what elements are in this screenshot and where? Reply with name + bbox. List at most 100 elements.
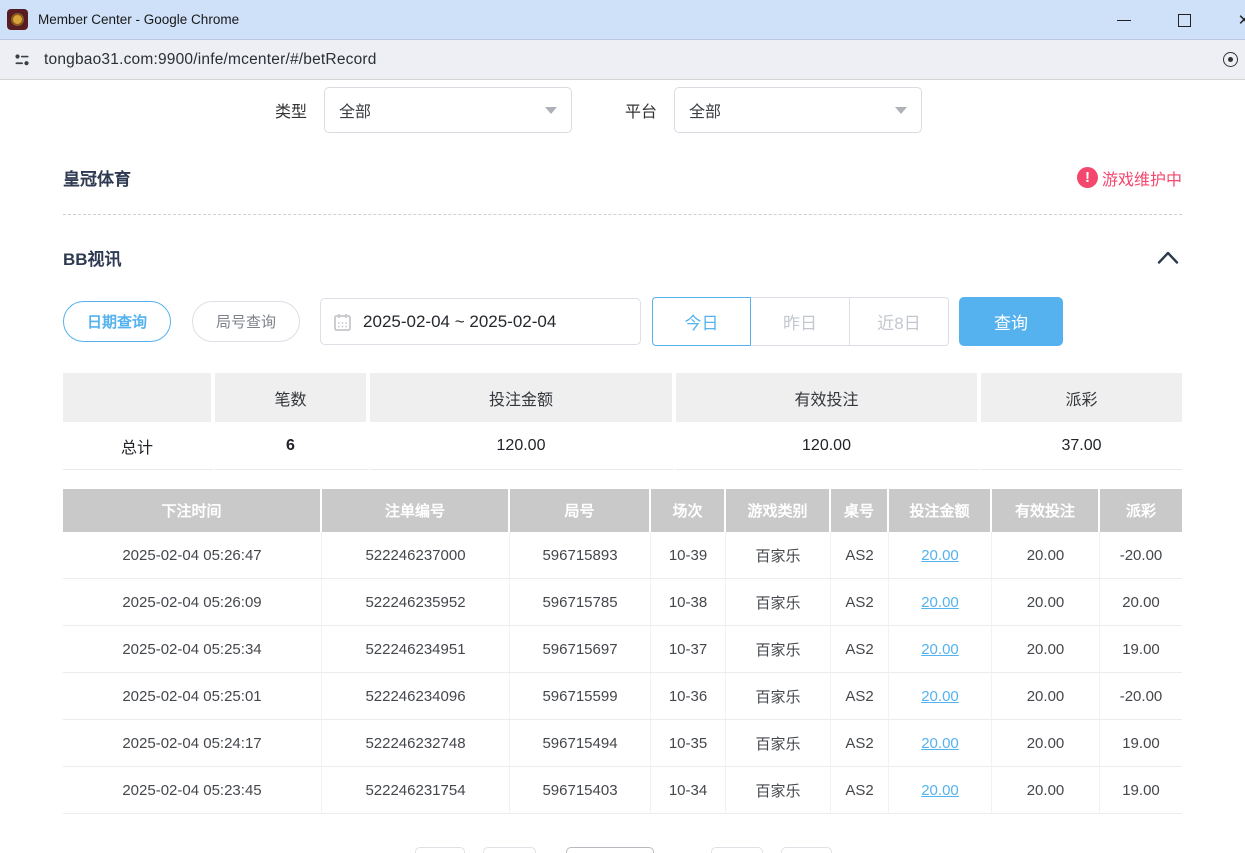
header-bet-amount: 投注金额 (889, 489, 992, 532)
bet-row: 2025-02-04 05:25:01 522246234096 5967155… (63, 673, 1182, 720)
cell-table-no: AS2 (831, 720, 889, 767)
date-range-picker[interactable]: 2025-02-04 ~ 2025-02-04 (320, 298, 641, 345)
cell-table-no: AS2 (831, 579, 889, 626)
cell-game-type: 百家乐 (726, 767, 831, 814)
address-bar: tongbao31.com:9900/infe/mcenter/#/betRec… (0, 40, 1245, 80)
type-select[interactable]: 全部 (324, 87, 572, 133)
chevron-up-icon (1156, 250, 1180, 265)
minimize-button[interactable] (1102, 0, 1146, 40)
cell-bet-time: 2025-02-04 05:26:47 (63, 532, 322, 579)
header-game-type: 游戏类别 (726, 489, 831, 532)
cell-order-no: 522246234951 (322, 626, 510, 673)
summary-total-label: 总计 (63, 422, 215, 470)
bet-amount-link[interactable]: 20.00 (921, 735, 959, 752)
summary-header-payout: 派彩 (981, 373, 1182, 422)
crown-sports-title: 皇冠体育 (63, 165, 131, 190)
summary-header-blank (63, 373, 215, 422)
bet-amount-link[interactable]: 20.00 (921, 594, 959, 611)
summary-header-bet-amount: 投注金额 (370, 373, 676, 422)
cell-order-no: 522246231754 (322, 767, 510, 814)
pagination-page-button[interactable] (483, 847, 536, 853)
site-favicon-icon (7, 9, 28, 30)
cell-valid-bet: 20.00 (992, 767, 1100, 814)
header-table-no: 桌号 (831, 489, 889, 532)
cell-bet-time: 2025-02-04 05:24:17 (63, 720, 322, 767)
cell-order-no: 522246234096 (322, 673, 510, 720)
chevron-down-icon (545, 107, 557, 114)
cell-bet-time: 2025-02-04 05:25:34 (63, 626, 322, 673)
target-dot-icon (1228, 57, 1233, 62)
url-field[interactable]: tongbao31.com:9900/infe/mcenter/#/betRec… (44, 51, 377, 69)
cell-order-no: 522246232748 (322, 720, 510, 767)
cell-game-type: 百家乐 (726, 720, 831, 767)
last-8-days-button[interactable]: 近8日 (850, 297, 949, 346)
date-query-tab[interactable]: 日期查询 (63, 301, 171, 342)
pagination-size-select[interactable] (566, 847, 654, 853)
bet-row: 2025-02-04 05:26:47 522246237000 5967158… (63, 532, 1182, 579)
cell-bet-time: 2025-02-04 05:26:09 (63, 579, 322, 626)
cell-valid-bet: 20.00 (992, 673, 1100, 720)
target-icon[interactable] (1223, 52, 1238, 67)
pagination (63, 847, 1182, 853)
filter-row: 类型 全部 平台 全部 (275, 87, 1182, 133)
cell-order-no: 522246237000 (322, 532, 510, 579)
cell-table-no: AS2 (831, 767, 889, 814)
today-button[interactable]: 今日 (652, 297, 751, 346)
cell-payout: 19.00 (1100, 767, 1182, 814)
pagination-prev-button[interactable] (415, 847, 465, 853)
window-title: Member Center - Google Chrome (38, 12, 239, 27)
exclamation-icon: ! (1077, 167, 1098, 188)
page-content: 类型 全部 平台 全部 皇冠体育 ! 游戏维护中 BB视讯 (0, 80, 1245, 853)
pagination-next-button[interactable] (711, 847, 763, 853)
cell-session: 10-34 (651, 767, 726, 814)
cell-payout: 19.00 (1100, 720, 1182, 767)
summary-bet-amount-value: 120.00 (370, 422, 676, 470)
maximize-button[interactable] (1162, 0, 1206, 40)
site-settings-icon[interactable] (12, 50, 32, 70)
collapse-section-button[interactable] (1154, 248, 1182, 267)
cell-game-type: 百家乐 (726, 673, 831, 720)
pagination-jump-button[interactable] (781, 847, 832, 853)
bet-table-header-row: 下注时间 注单编号 局号 场次 游戏类别 桌号 投注金额 有效投注 派彩 (63, 489, 1182, 532)
cell-game-type: 百家乐 (726, 532, 831, 579)
maintenance-label: 游戏维护中 (1102, 166, 1182, 190)
summary-header-row: 笔数 投注金额 有效投注 派彩 (63, 373, 1182, 422)
cell-game-type: 百家乐 (726, 626, 831, 673)
cell-session: 10-36 (651, 673, 726, 720)
cell-round-no: 596715599 (510, 673, 651, 720)
bet-row: 2025-02-04 05:24:17 522246232748 5967154… (63, 720, 1182, 767)
bet-amount-link[interactable]: 20.00 (921, 688, 959, 705)
summary-valid-bet-value: 120.00 (676, 422, 981, 470)
bet-amount-link[interactable]: 20.00 (921, 641, 959, 658)
cell-table-no: AS2 (831, 626, 889, 673)
bet-amount-link[interactable]: 20.00 (921, 547, 959, 564)
close-button[interactable]: ✕ (1222, 0, 1245, 40)
date-range-value: 2025-02-04 ~ 2025-02-04 (363, 312, 556, 332)
bet-records-table: 下注时间 注单编号 局号 场次 游戏类别 桌号 投注金额 有效投注 派彩 202… (63, 489, 1182, 814)
crown-sports-section-header: 皇冠体育 ! 游戏维护中 (63, 165, 1182, 190)
dashed-divider (63, 214, 1182, 215)
bet-row: 2025-02-04 05:23:45 522246231754 5967154… (63, 767, 1182, 814)
casino-chip-icon (11, 13, 24, 26)
cell-order-no: 522246235952 (322, 579, 510, 626)
bb-video-title: BB视讯 (63, 245, 122, 270)
summary-header-count: 笔数 (215, 373, 370, 422)
maintenance-badge: ! 游戏维护中 (1077, 166, 1182, 190)
yesterday-button[interactable]: 昨日 (751, 297, 850, 346)
platform-select[interactable]: 全部 (674, 87, 922, 133)
cell-bet-time: 2025-02-04 05:25:01 (63, 673, 322, 720)
cell-round-no: 596715494 (510, 720, 651, 767)
cell-round-no: 596715697 (510, 626, 651, 673)
cell-round-no: 596715403 (510, 767, 651, 814)
maximize-icon (1178, 14, 1191, 27)
search-button[interactable]: 查询 (959, 297, 1063, 346)
platform-label: 平台 (625, 98, 657, 122)
cell-payout: -20.00 (1100, 532, 1182, 579)
bet-amount-link[interactable]: 20.00 (921, 782, 959, 799)
round-query-tab[interactable]: 局号查询 (192, 301, 300, 342)
cell-valid-bet: 20.00 (992, 532, 1100, 579)
cell-game-type: 百家乐 (726, 579, 831, 626)
cell-round-no: 596715785 (510, 579, 651, 626)
bb-video-section-header: BB视讯 (63, 245, 1182, 270)
query-toolbar: 日期查询 局号查询 2025-02-04 ~ 2025-02-04 今日 (63, 297, 1182, 346)
